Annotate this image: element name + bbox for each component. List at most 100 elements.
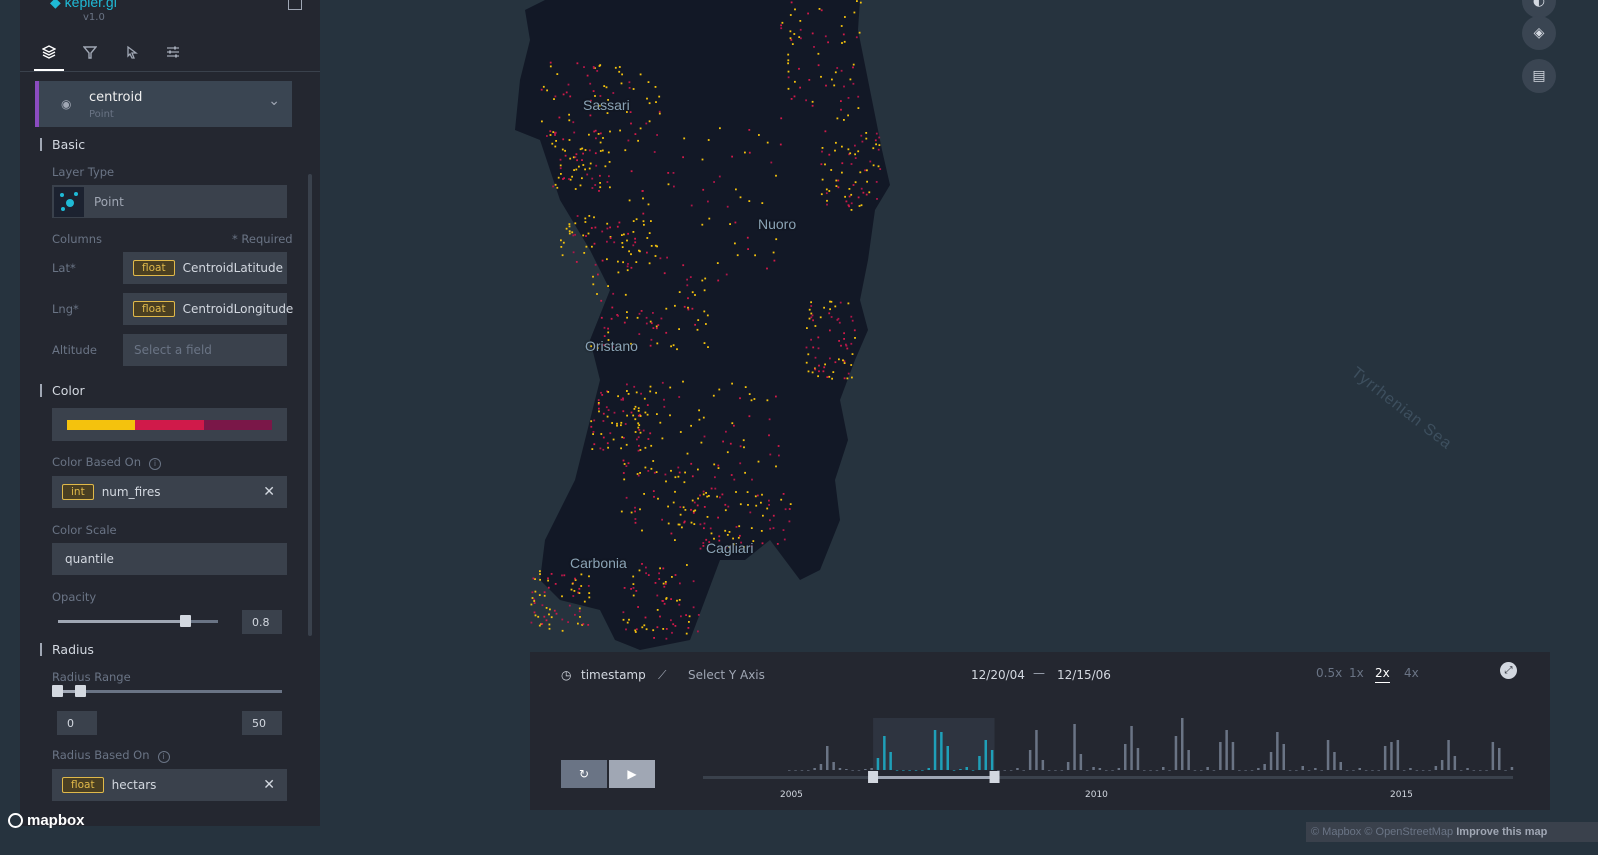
fire-point [707,346,709,348]
opacity-input[interactable]: 0.8 [242,610,282,634]
fire-point [713,181,715,183]
time-slider-start-handle[interactable] [868,771,879,783]
opacity-slider-handle[interactable] [180,615,191,627]
time-slider-end-handle[interactable] [989,771,1000,783]
color-scale-select[interactable]: quantile [52,543,287,575]
close-icon[interactable]: ✕ [263,484,275,500]
speed-2x-button[interactable]: 2x [1375,666,1390,683]
layer-header[interactable]: ◉ centroid Point ⌄ [35,81,292,127]
fire-point [583,600,586,603]
play-button[interactable]: ▶ [609,760,655,788]
lng-field-select[interactable]: float CentroidLongitude [123,293,293,325]
speed-4x-button[interactable]: 4x [1404,666,1419,680]
fire-point [780,117,783,120]
color-field-select[interactable]: int num_fires ✕ [52,476,287,508]
legend-button[interactable]: ▤ [1522,59,1556,93]
fire-point [691,475,694,478]
fire-point [563,177,565,180]
time-slider-track[interactable] [703,776,1513,779]
fire-point [573,169,575,171]
fire-point [600,391,602,394]
info-icon[interactable]: i [157,751,170,763]
improve-map-link[interactable]: Improve this map [1456,826,1547,838]
info-icon[interactable]: i [148,458,161,470]
fire-point [606,240,608,243]
radius-min-handle[interactable] [52,685,63,697]
color-palette-select[interactable] [52,408,287,441]
fire-point [686,278,688,281]
time-histogram[interactable] [700,712,1530,832]
fire-point [534,578,536,580]
eye-icon[interactable]: ◉ [61,97,71,111]
fire-point [592,433,594,435]
fire-point [769,527,772,530]
fire-point [539,578,541,581]
panel-scrollbar[interactable] [308,174,312,636]
y-axis-select[interactable]: Select Y Axis [688,668,765,682]
fire-point [568,225,571,228]
fire-point [569,157,572,160]
mapbox-logo[interactable]: mapbox [8,812,85,829]
histogram-bar [864,769,867,770]
fire-point [679,513,682,516]
fire-point [607,391,610,393]
export-icon[interactable] [288,0,302,10]
fire-point [559,158,562,161]
section-radius[interactable]: Radius [40,643,94,656]
fire-point [603,335,606,337]
tab-layers[interactable] [34,35,64,71]
attribution-text[interactable]: © Mapbox © OpenStreetMap [1311,826,1453,838]
section-basic[interactable]: Basic [40,138,85,151]
tab-filters[interactable] [75,35,105,69]
time-field-name[interactable]: timestamp [581,668,646,682]
histogram-bar [1479,770,1482,771]
fire-point [623,587,626,589]
histogram-bar [1510,767,1514,770]
3d-toggle-button[interactable]: ◈ [1522,16,1556,50]
radius-max-handle[interactable] [75,685,86,697]
speed-1x-button[interactable]: 1x [1349,666,1364,680]
chevron-down-icon[interactable]: ⌄ [268,93,280,109]
fire-point [627,462,630,465]
fire-point [532,577,535,580]
fire-point [648,262,651,265]
histogram-bar [1111,770,1114,771]
layer-name: centroid [89,90,143,105]
fire-point [673,185,675,188]
fire-point [691,291,694,294]
fire-point [531,591,534,594]
close-icon[interactable]: ✕ [263,777,275,793]
fire-point [644,446,647,449]
fire-point [634,521,637,524]
radius-max-input[interactable]: 50 [242,711,282,735]
fire-point [738,525,741,528]
lat-field-select[interactable]: float CentroidLatitude [123,252,287,284]
tab-map-settings[interactable] [158,35,188,69]
histogram-bar [1257,768,1260,770]
fire-point [810,316,813,319]
histogram-bar [870,768,873,770]
radius-range-track[interactable] [58,690,282,693]
fire-point [606,258,608,261]
fire-point [747,504,749,506]
speed-0-5x-button[interactable]: 0.5x [1316,666,1342,680]
fire-point [642,212,645,215]
radius-min-input[interactable]: 0 [57,711,97,735]
animation-window-icon[interactable]: ⤢ [1500,662,1517,679]
radius-field-select[interactable]: float hectars ✕ [52,769,287,801]
fire-point [630,266,633,269]
histogram-bar [1440,760,1444,770]
fire-point [559,164,562,167]
fire-point [701,223,704,226]
tab-interactions[interactable] [117,35,147,69]
section-color[interactable]: Color [40,384,85,397]
fire-point [808,317,811,320]
fire-point [621,242,624,244]
reset-button[interactable]: ↻ [561,760,607,788]
altitude-field-select[interactable]: Select a field [123,334,287,366]
layer-type-select[interactable]: Point [52,185,287,218]
fire-point [548,613,550,616]
layer-config-scroll[interactable]: ◉ centroid Point ⌄ Basic Layer Type Poin… [20,72,320,822]
histogram-bar [1453,756,1457,770]
fire-point [844,16,846,18]
